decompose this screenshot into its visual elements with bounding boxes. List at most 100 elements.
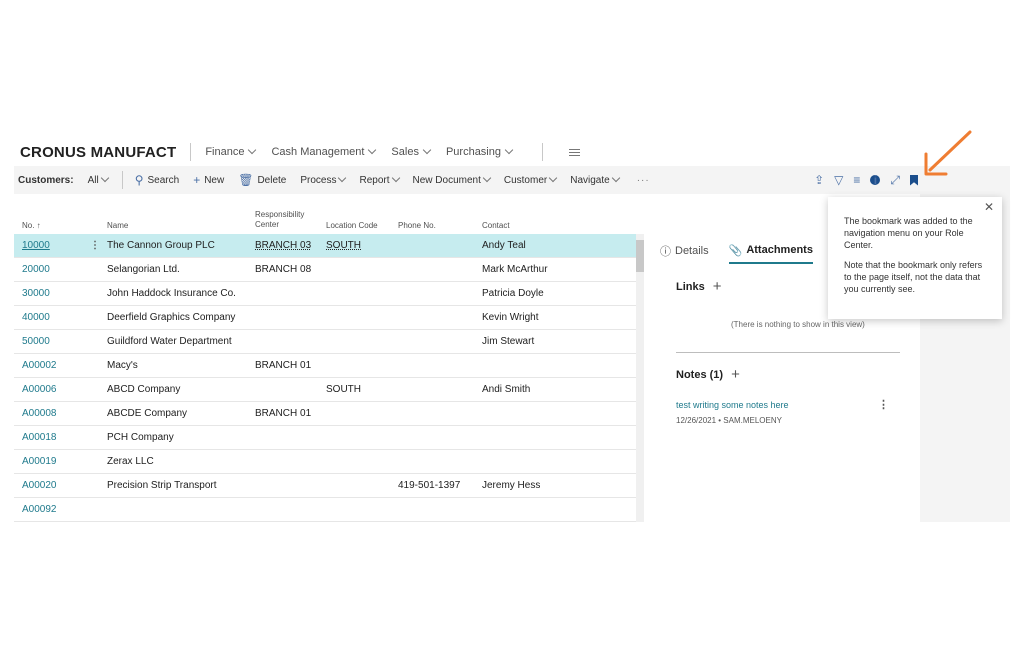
cell-contact: Andy Teal	[482, 240, 526, 251]
table-row[interactable]: A00018 PCH Company	[14, 426, 636, 450]
add-link-icon[interactable]: +	[713, 278, 722, 295]
share-icon[interactable]: ⇪	[814, 173, 824, 187]
table-row[interactable]: 20000 Selangorian Ltd. BRANCH 08 Mark McArt…	[14, 258, 636, 282]
process-menu[interactable]: Process	[300, 173, 347, 186]
expand-icon[interactable]: ⤢	[890, 173, 900, 188]
cell-no[interactable]: 50000	[22, 336, 50, 347]
more-actions-button[interactable]: ···	[637, 175, 650, 186]
table-row[interactable]: 10000 The Cannon Group PLC BRANCH 03 SOUTH A…	[14, 234, 636, 258]
cell-responsibility-center: BRANCH 08	[255, 264, 312, 275]
table-row[interactable]: 40000 Deerfield Graphics Company Kevin Wri…	[14, 306, 636, 330]
delete-button[interactable]: 🗑 Delete	[238, 173, 286, 187]
table-header: No. ↑ Name Responsibility Center Locatio…	[14, 204, 636, 234]
info-circle-icon: ⓘ	[660, 246, 671, 258]
close-icon[interactable]: ✕	[984, 201, 994, 213]
tab-details[interactable]: ⓘ Details	[660, 238, 709, 264]
chevron-down-icon	[368, 145, 377, 155]
row-actions-icon[interactable]: ⋮	[90, 240, 100, 251]
report-menu[interactable]: Report	[359, 173, 400, 186]
factbox-tabs: ⓘ Details 📎 Attachments	[660, 238, 833, 266]
cell-no[interactable]: A00092	[22, 504, 56, 515]
table-row[interactable]: A00019 Zerax LLC	[14, 450, 636, 474]
cell-phone: 419-501-1397	[398, 480, 461, 491]
cell-no[interactable]: 20000	[22, 264, 50, 275]
app-window: CRONUS MANUFACT Finance Cash Management …	[14, 130, 1010, 522]
table-row[interactable]: A00092	[14, 498, 636, 522]
nav-sales[interactable]: Sales	[391, 145, 432, 158]
new-button[interactable]: + New	[193, 173, 224, 187]
cell-no[interactable]: A00019	[22, 456, 56, 467]
chevron-down-icon	[548, 173, 558, 183]
customer-menu[interactable]: Customer	[503, 173, 558, 186]
col-contact[interactable]: Contact	[482, 221, 510, 230]
table-row[interactable]: 30000 John Haddock Insurance Co. Patricia …	[14, 282, 636, 306]
cell-no[interactable]: A00002	[22, 360, 56, 371]
cell-no[interactable]: 40000	[22, 312, 50, 323]
nav-cash-management-label: Cash Management	[271, 146, 365, 158]
trash-icon: 🗑	[238, 173, 254, 187]
nav-finance[interactable]: Finance	[205, 145, 257, 158]
filter-icon[interactable]: ▽	[834, 173, 843, 187]
nav-sales-label: Sales	[391, 146, 419, 158]
nav-purchasing-label: Purchasing	[445, 146, 501, 158]
cell-name: ABCD Company	[107, 384, 181, 395]
links-empty-message: (There is nothing to show in this view)	[731, 320, 865, 329]
add-note-icon[interactable]: +	[731, 366, 740, 383]
cell-no[interactable]: A00006	[22, 384, 56, 395]
col-no[interactable]: No. ↑	[22, 221, 41, 230]
cell-responsibility-center: BRANCH 03	[255, 240, 312, 251]
notes-section-header: Notes (1) +	[676, 366, 740, 383]
scrollbar[interactable]	[636, 234, 644, 522]
scrollbar-thumb[interactable]	[636, 240, 644, 272]
process-label: Process	[300, 174, 337, 186]
cell-no[interactable]: A00020	[22, 480, 56, 491]
bookmark-icon[interactable]	[910, 174, 918, 186]
company-name[interactable]: CRONUS MANUFACT	[20, 144, 176, 161]
notification-line-1: The bookmark was added to the navigation…	[844, 216, 973, 250]
nav-finance-label: Finance	[205, 146, 245, 158]
new-label: New	[204, 174, 225, 186]
col-phone[interactable]: Phone No.	[398, 221, 436, 230]
tab-attachments[interactable]: 📎 Attachments	[728, 238, 813, 264]
navigate-label: Navigate	[570, 174, 610, 186]
chevron-down-icon	[248, 145, 257, 155]
cell-no[interactable]: A00018	[22, 432, 56, 443]
menu-icon[interactable]	[569, 148, 580, 156]
new-document-menu[interactable]: New Document	[413, 173, 492, 186]
customer-list: No. ↑ Name Responsibility Center Locatio…	[14, 194, 636, 522]
notes-title: Notes (1)	[676, 368, 724, 381]
cell-contact: Jim Stewart	[482, 336, 535, 347]
table-row[interactable]: A00008 ABCDE Company BRANCH 01	[14, 402, 636, 426]
cell-no[interactable]: A00008	[22, 408, 56, 419]
navigate-menu[interactable]: Navigate	[570, 173, 620, 186]
action-divider	[121, 171, 123, 189]
nav-purchasing[interactable]: Purchasing	[445, 145, 514, 158]
cell-no[interactable]: 30000	[22, 288, 50, 299]
cell-name: The Cannon Group PLC	[107, 240, 215, 251]
col-location-code[interactable]: Location Code	[326, 221, 378, 230]
search-icon: ⚲	[134, 173, 144, 187]
customer-label: Customer	[503, 174, 548, 186]
top-navigation: CRONUS MANUFACT Finance Cash Management …	[14, 138, 580, 166]
links-section-header: Links +	[676, 278, 722, 295]
note-more-icon[interactable]: ⋮	[878, 398, 889, 411]
cell-responsibility-center: BRANCH 01	[255, 360, 312, 371]
info-icon[interactable]: i	[870, 174, 881, 186]
list-view-icon[interactable]: ≡	[853, 173, 860, 187]
nav-cash-management[interactable]: Cash Management	[271, 145, 377, 158]
col-responsibility-center[interactable]: Responsibility Center	[255, 210, 315, 230]
note-link[interactable]: test writing some notes here	[676, 400, 789, 410]
col-name[interactable]: Name	[107, 221, 128, 230]
cell-name: Zerax LLC	[107, 456, 154, 467]
cell-contact: Kevin Wright	[482, 312, 539, 323]
links-title: Links	[676, 280, 705, 293]
table-row[interactable]: A00020 Precision Strip Transport 419-501-1…	[14, 474, 636, 498]
search-button[interactable]: ⚲ Search	[135, 173, 179, 187]
table-row[interactable]: A00006 ABCD Company SOUTH Andi Smith	[14, 378, 636, 402]
chevron-down-icon	[100, 173, 109, 183]
cell-no[interactable]: 10000	[22, 240, 50, 251]
table-row[interactable]: 50000 Guildford Water Department Jim Stewa…	[14, 330, 636, 354]
cell-name: Deerfield Graphics Company	[107, 312, 236, 323]
table-row[interactable]: A00002 Macy's BRANCH 01	[14, 354, 636, 378]
filter-view-select[interactable]: All	[88, 173, 109, 186]
